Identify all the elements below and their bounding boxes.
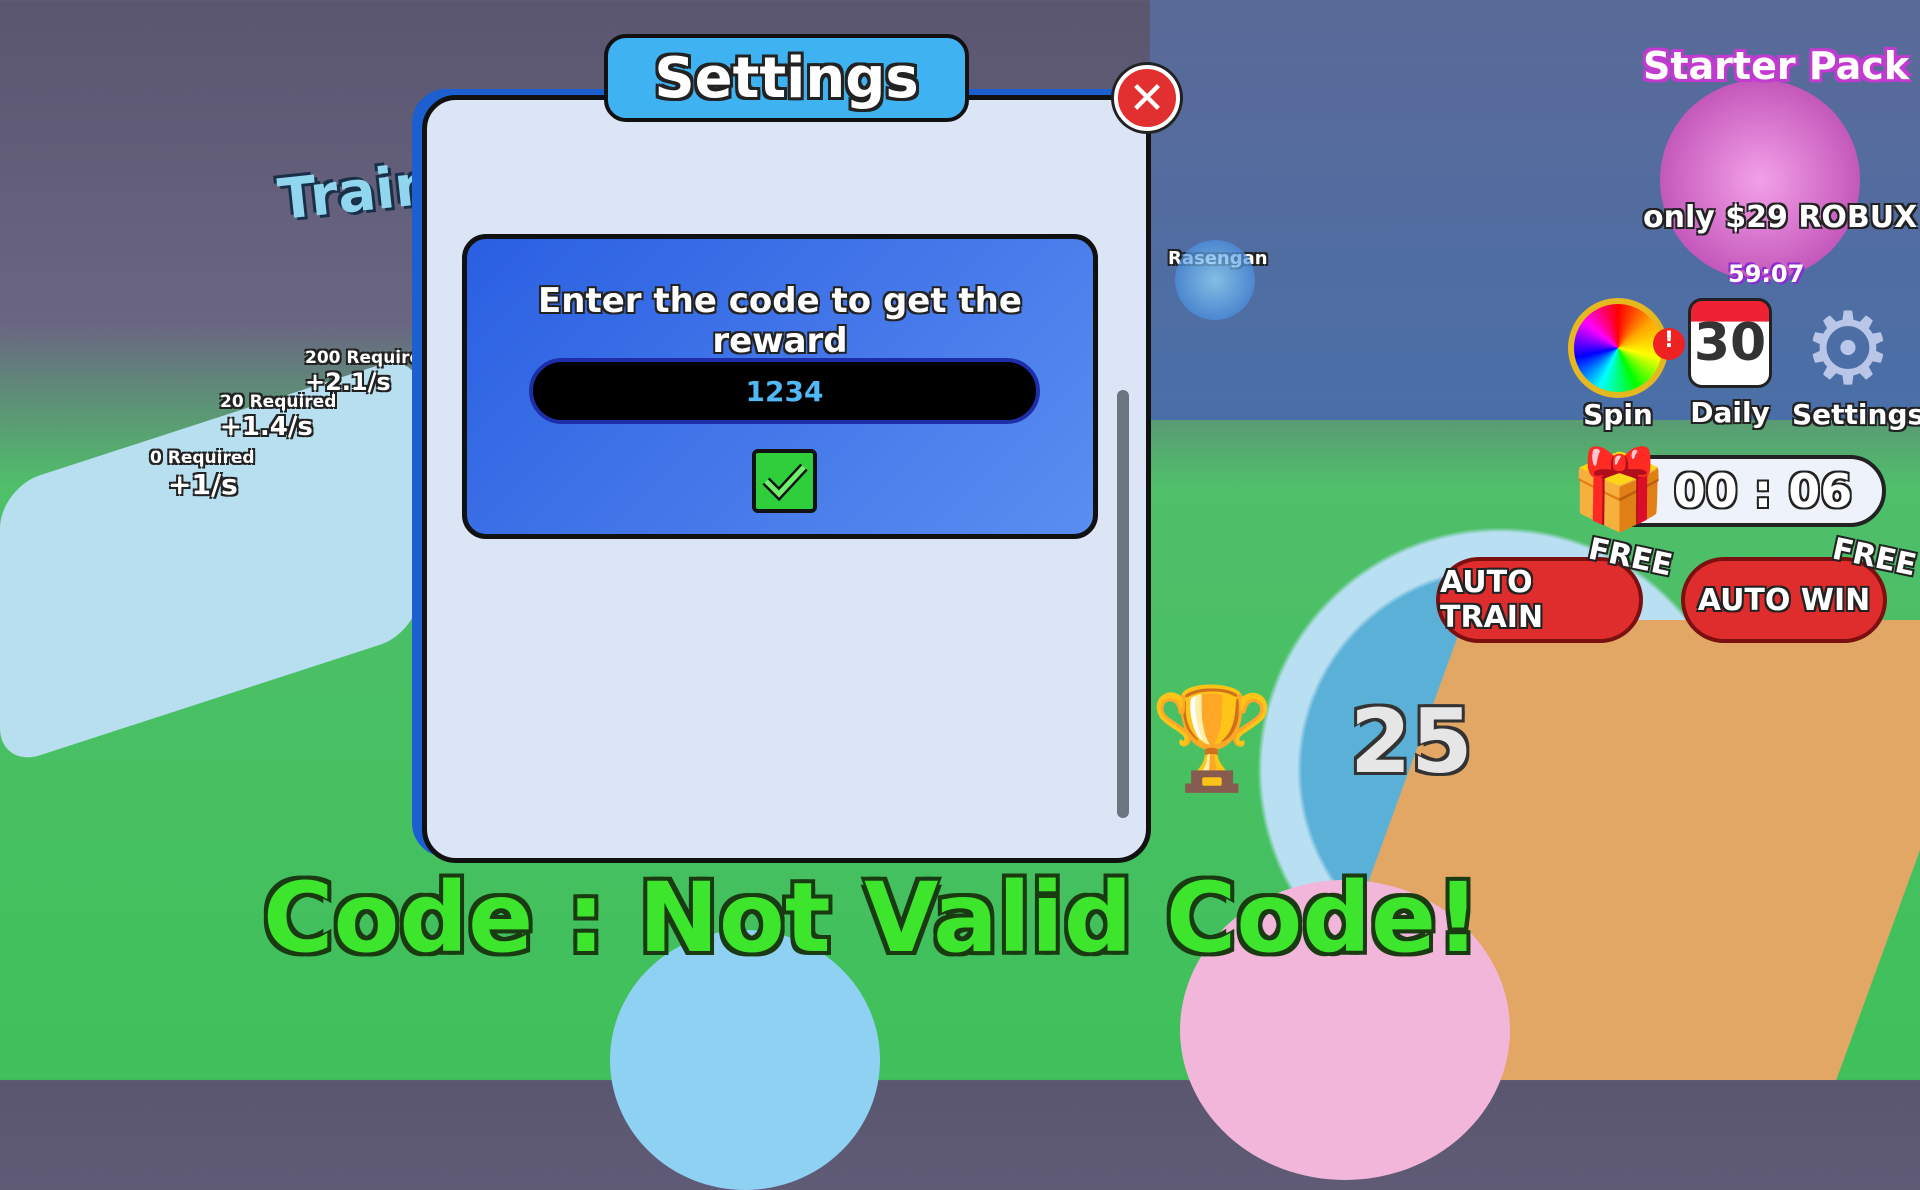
gift-timer-text: 00 : 06 (1673, 464, 1853, 518)
calendar-icon: 30 (1688, 298, 1772, 388)
settings-label: Settings (1792, 398, 1920, 431)
trainer-requirement: 0 Required (150, 448, 255, 468)
close-button[interactable]: ✕ (1114, 65, 1180, 131)
trainer-rate: +1/s (168, 468, 238, 501)
settings-dialog: Enter the code to get the reward (422, 95, 1151, 863)
code-input[interactable] (529, 358, 1040, 424)
starter-pack-title: Starter Pack (1643, 44, 1910, 88)
dialog-title: Settings (604, 34, 969, 122)
close-x-icon: ✕ (1128, 72, 1166, 124)
trainer-0: 0 Required +1/s (150, 448, 255, 501)
spin-label: Spin (1583, 398, 1653, 431)
submit-code-button[interactable] (752, 449, 817, 513)
gear-icon: ⚙ (1803, 289, 1893, 407)
trainer-200: 200 Required +2.1/s (305, 348, 433, 396)
spin-button[interactable]: ! Spin (1568, 298, 1685, 431)
train-sign: Train (275, 151, 438, 234)
starter-pack-price: only $29 ROBUX (1643, 200, 1918, 235)
checkmark-icon (761, 463, 808, 501)
training-platform (0, 351, 420, 769)
settings-button[interactable]: ⚙ Settings (1792, 289, 1920, 432)
trainer-20: 20 Required +1.4/s (220, 392, 336, 442)
code-prompt: Enter the code to get the reward (538, 281, 1022, 361)
gift-icon: 🎁 (1570, 445, 1668, 535)
starter-pack-button[interactable] (1660, 80, 1860, 280)
calendar-day: 30 (1693, 313, 1767, 373)
rasengan-orb (1175, 240, 1255, 320)
code-entry-box: Enter the code to get the reward (462, 234, 1098, 539)
trainer-requirement: 200 Required (305, 348, 434, 368)
trainer-requirement: 20 Required (220, 392, 337, 412)
trainer-rate: +1.4/s (220, 412, 313, 442)
scrollbar[interactable] (1117, 390, 1129, 818)
code-result-message: Code : Not Valid Code! (263, 862, 1480, 974)
starter-pack-timer: 59:07 (1728, 260, 1805, 288)
daily-button[interactable]: 30 Daily (1688, 298, 1772, 429)
daily-label: Daily (1690, 396, 1770, 429)
auto-win-label: AUTO WIN (1697, 582, 1871, 618)
trophy-icon: 🏆 (1150, 680, 1275, 797)
alert-badge-icon: ! (1653, 328, 1685, 360)
wins-count: 25 (1350, 690, 1473, 793)
auto-train-label: AUTO TRAIN (1440, 565, 1544, 635)
